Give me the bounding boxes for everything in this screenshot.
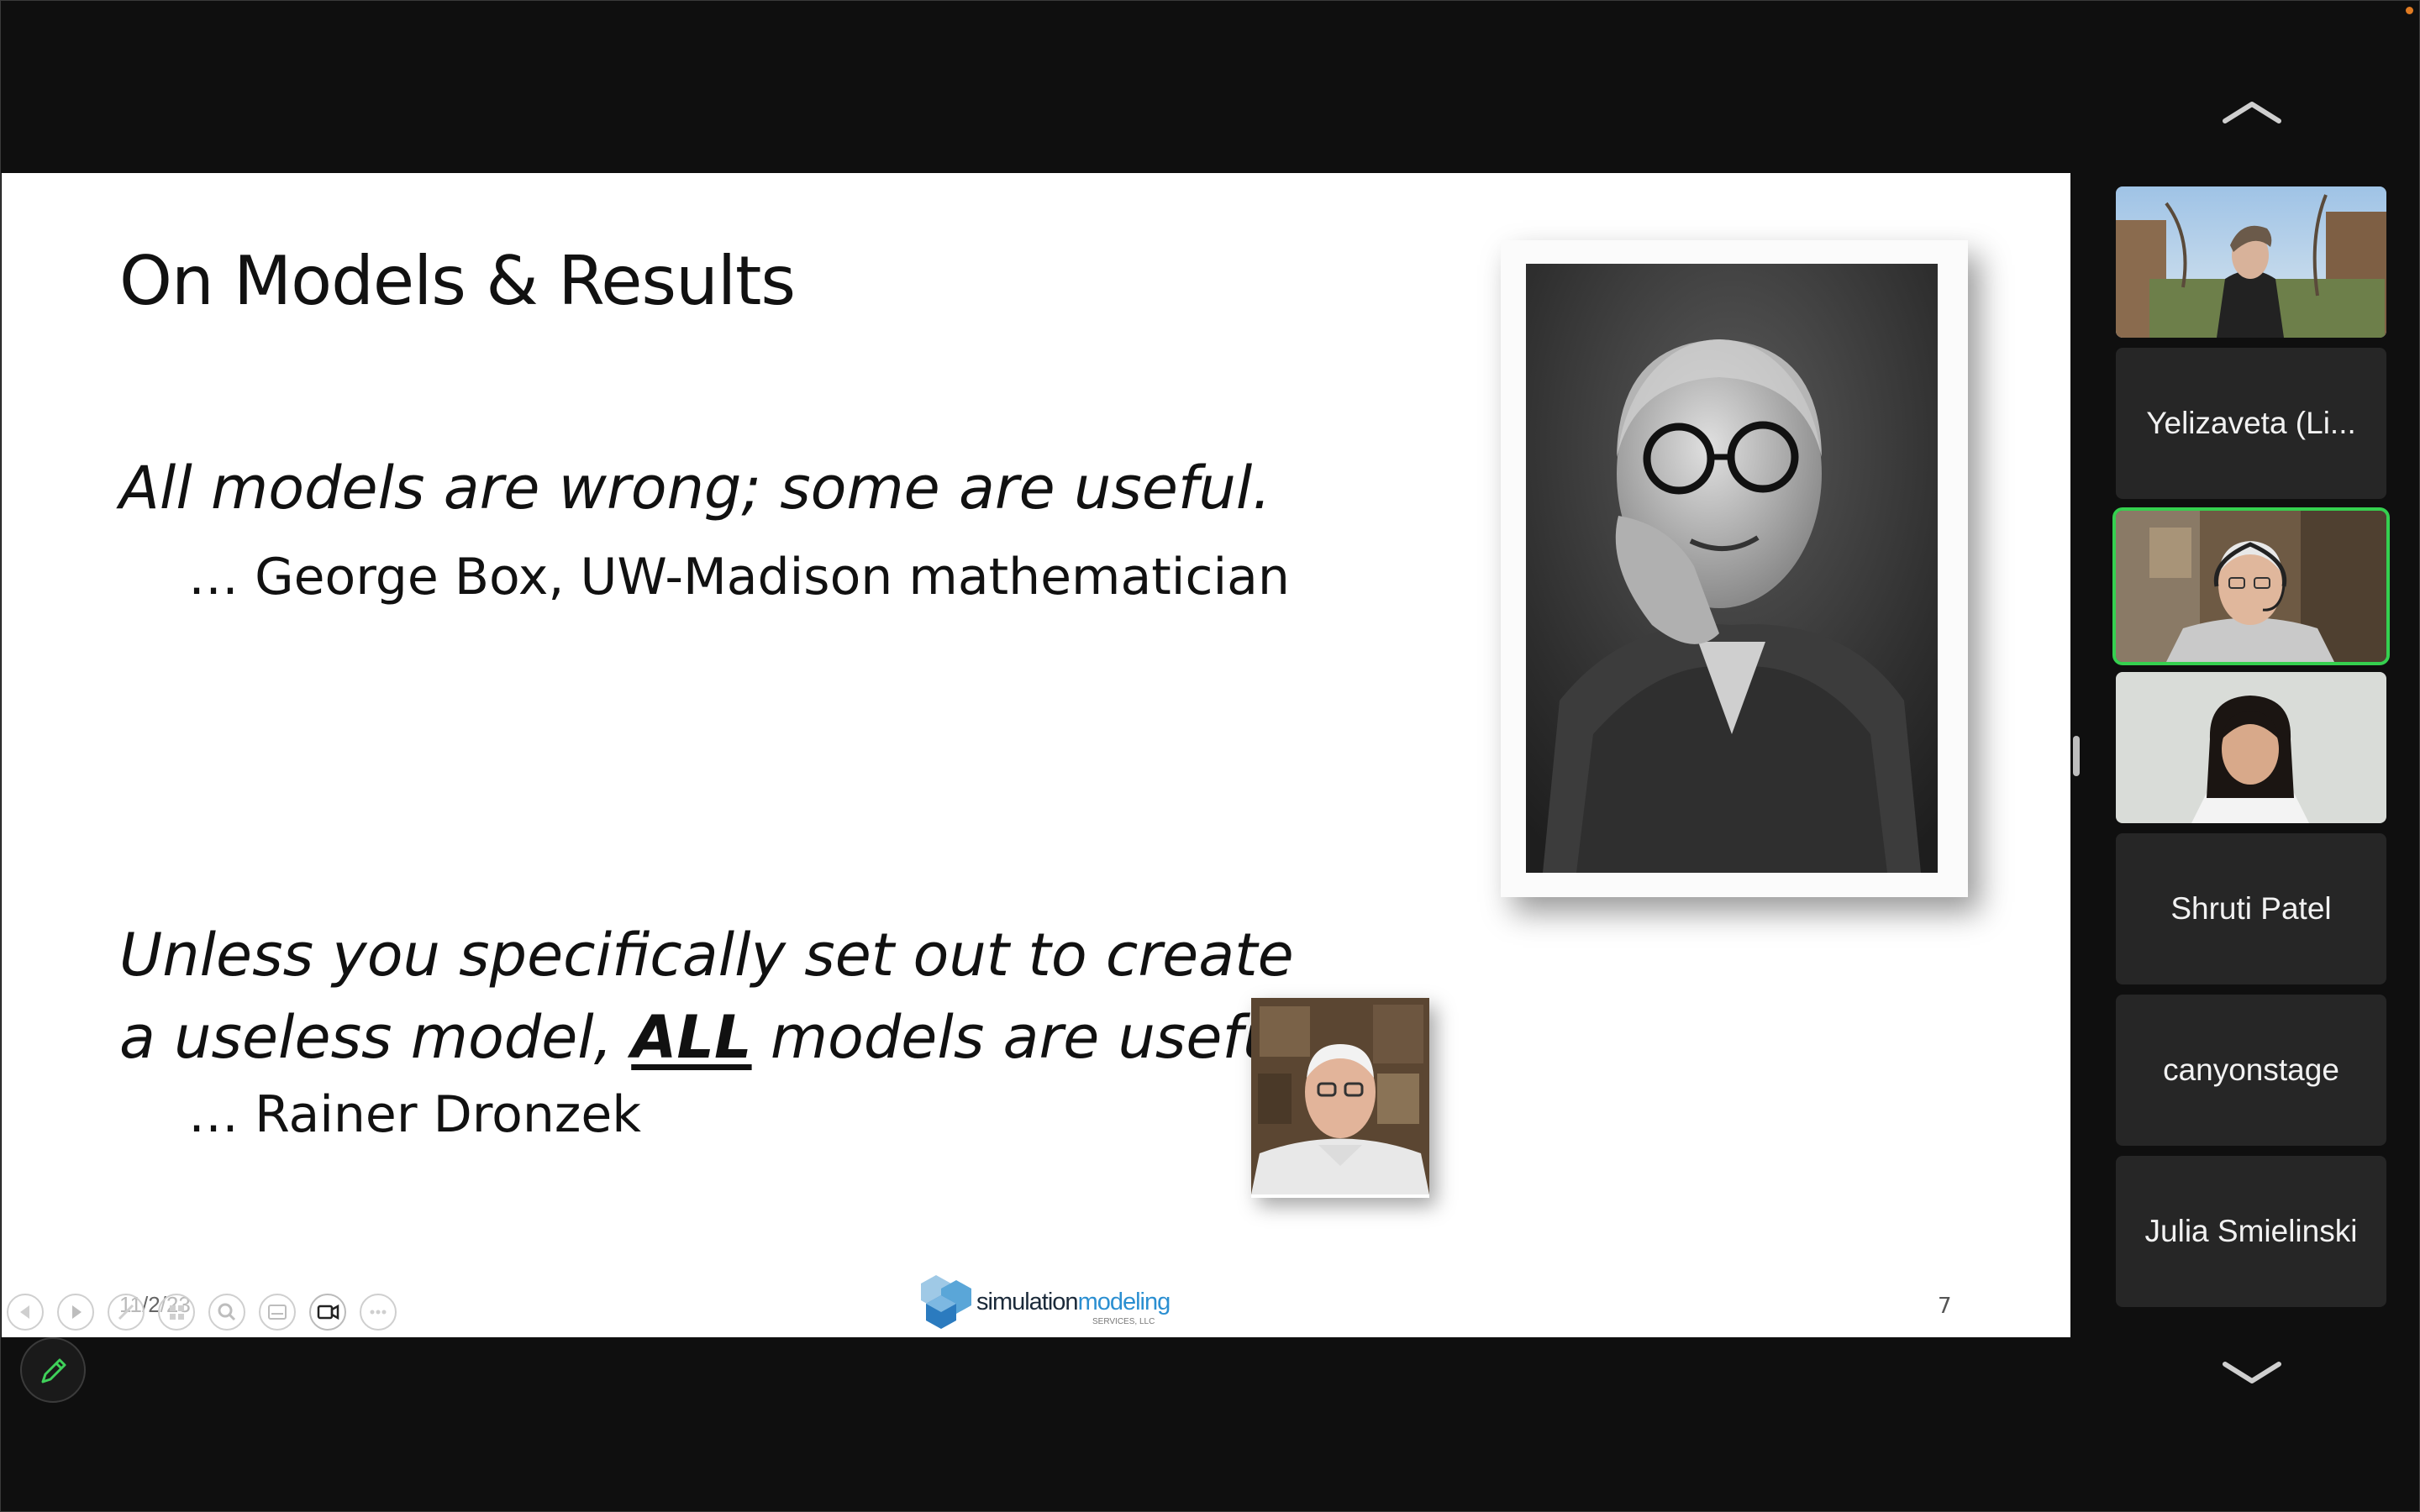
company-logo-text: simulationmodeling <box>976 1289 1171 1316</box>
logo-text-blue: modeling <box>1077 1289 1171 1315</box>
subtitles-button[interactable] <box>259 1294 296 1331</box>
quote-dronzek-line2-start: a useless model, <box>119 1003 632 1072</box>
slide-overview-button[interactable] <box>158 1294 195 1331</box>
chevron-up-icon <box>2223 102 2281 123</box>
participant-tile-active-speaker[interactable] <box>2116 511 2386 662</box>
quote-dronzek-emphasis: ALL <box>631 1003 752 1072</box>
logo-subtext: SERVICES, LLC <box>1092 1317 1155 1326</box>
more-icon <box>370 1310 387 1315</box>
quote-dronzek: Unless you specifically set out to creat… <box>119 914 1315 1079</box>
portrait-photo <box>1526 264 1938 873</box>
subtitles-icon <box>268 1305 287 1320</box>
chevron-left-icon <box>20 1305 29 1319</box>
pencil-icon <box>41 1358 66 1383</box>
participant-name: Julia Smielinski <box>2144 1214 2358 1248</box>
presenter-photo-image <box>1251 998 1429 1194</box>
slide-title: On Models & Results <box>119 242 796 320</box>
simulationmodeling-logo-icon <box>921 1275 971 1329</box>
zoom-button[interactable] <box>208 1294 245 1331</box>
quote-dronzek-line1: Unless you specifically set out to creat… <box>119 921 1294 990</box>
slide-page-number: 7 <box>1938 1294 1952 1319</box>
quote-dronzek-attribution: … Rainer Dronzek <box>188 1085 642 1144</box>
portrait-photo-frame <box>1501 240 1968 897</box>
recording-indicator-dot <box>2406 7 2413 14</box>
participant-name: canyonstage <box>2163 1053 2339 1087</box>
participant-tile-name-2[interactable]: Shruti Patel <box>2116 833 2386 984</box>
presenter-photo <box>1251 998 1429 1198</box>
participant-tile-video-1[interactable] <box>2116 186 2386 338</box>
participant-video-feed <box>2116 511 2386 662</box>
quote-dronzek-line2-end: models are useful. <box>751 1003 1316 1072</box>
more-options-button[interactable] <box>360 1294 397 1331</box>
gallery-scroll-down-button[interactable] <box>2218 1352 2286 1393</box>
camera-icon <box>317 1304 339 1320</box>
chevron-right-icon <box>72 1305 82 1319</box>
participant-video-feed <box>2116 672 2386 823</box>
participant-tile-name-3[interactable]: canyonstage <box>2116 995 2386 1146</box>
shared-presentation-slide: On Models & Results All models are wrong… <box>2 173 2070 1337</box>
magnifier-icon <box>218 1303 236 1321</box>
participant-name: Shruti Patel <box>2170 891 2332 926</box>
quote-box: All models are wrong; some are useful. <box>119 454 1271 522</box>
annotate-button[interactable] <box>20 1337 86 1403</box>
participant-tile-video-3[interactable] <box>2116 672 2386 823</box>
quote-box-attribution: … George Box, UW-Madison mathematician <box>188 548 1290 606</box>
panel-resize-handle[interactable] <box>2073 736 2080 776</box>
grid-icon <box>170 1305 184 1320</box>
participant-tile-name-1[interactable]: Yelizaveta (Li... <box>2116 348 2386 499</box>
gallery-scroll-up-button[interactable] <box>2218 92 2286 133</box>
pen-icon <box>118 1304 134 1320</box>
chevron-down-icon <box>2223 1362 2281 1383</box>
camera-button[interactable] <box>309 1294 346 1331</box>
logo-text-dark: simulation <box>976 1289 1079 1315</box>
participant-video-feed <box>2116 186 2386 338</box>
pen-tool-button[interactable] <box>108 1294 145 1331</box>
next-slide-button[interactable] <box>57 1294 94 1331</box>
previous-slide-button[interactable] <box>7 1294 44 1331</box>
participant-name: Yelizaveta (Li... <box>2146 406 2356 440</box>
participant-tile-name-4[interactable]: Julia Smielinski <box>2116 1156 2386 1307</box>
